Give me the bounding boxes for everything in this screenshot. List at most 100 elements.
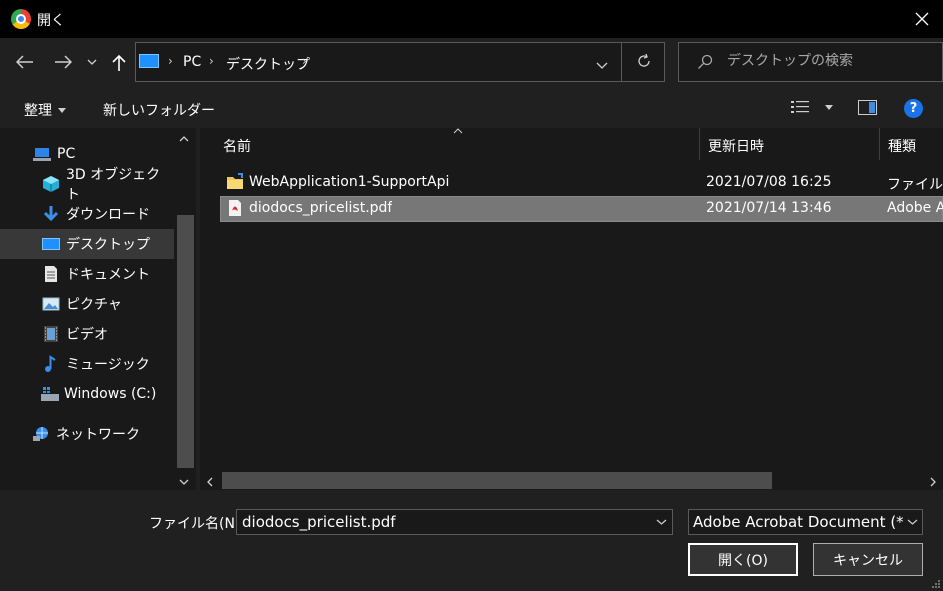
- sidebar-item-3d-objects[interactable]: 3D オブジェクト: [0, 167, 174, 203]
- breadcrumb-desktop[interactable]: デスクトップ: [226, 54, 310, 74]
- resize-grip-icon[interactable]: [930, 578, 941, 589]
- sidebar-item-label: ネットワーク: [56, 427, 140, 443]
- sidebar-item-windows-c[interactable]: Windows (C:): [0, 379, 174, 409]
- file-modified: 2021/07/08 16:25: [706, 174, 832, 190]
- caret-down-icon: [58, 107, 66, 113]
- sidebar-item-label: ミュージック: [66, 357, 150, 373]
- organize-button[interactable]: 整理: [24, 100, 66, 120]
- scroll-right-icon[interactable]: [930, 475, 936, 491]
- arrow-left-icon: [16, 55, 33, 69]
- file-name: diodocs_pricelist.pdf: [249, 200, 393, 216]
- column-divider[interactable]: [879, 128, 880, 160]
- sidebar-item-label: ダウンロード: [66, 207, 150, 223]
- column-header-modified[interactable]: 更新日時: [708, 136, 764, 156]
- window-title: 開く: [37, 13, 65, 29]
- sidebar-scrollbar-thumb[interactable]: [177, 215, 194, 468]
- breadcrumb-pc[interactable]: PC: [183, 54, 201, 70]
- preview-pane-button[interactable]: [858, 100, 877, 119]
- close-icon: [915, 12, 929, 26]
- table-row[interactable]: diodocs_pricelist.pdf 2021/07/14 13:46 A…: [220, 196, 943, 222]
- horizontal-scrollbar-thumb[interactable]: [222, 472, 772, 489]
- video-icon: [42, 325, 60, 343]
- forward-button[interactable]: [50, 49, 76, 75]
- chevron-down-icon: [87, 59, 97, 65]
- sidebar-item-documents[interactable]: ドキュメント: [0, 259, 174, 289]
- network-icon: [32, 425, 50, 443]
- scroll-down-icon[interactable]: [179, 474, 189, 488]
- refresh-icon: [638, 53, 650, 67]
- document-icon: [42, 265, 60, 283]
- help-button[interactable]: ?: [904, 99, 923, 118]
- address-history-dropdown[interactable]: [596, 57, 608, 73]
- search-input[interactable]: [727, 53, 927, 69]
- folder-icon: [227, 173, 243, 189]
- up-button[interactable]: [106, 50, 132, 76]
- filename-input[interactable]: diodocs_pricelist.pdf: [236, 509, 673, 535]
- sidebar-item-downloads[interactable]: ダウンロード: [0, 199, 174, 229]
- column-divider[interactable]: [699, 128, 700, 160]
- file-list: 名前 更新日時 種類 WebApplication1-SupportApi 20…: [200, 128, 943, 490]
- recent-locations-button[interactable]: [82, 49, 102, 75]
- breadcrumb-separator-icon[interactable]: ›: [302, 54, 307, 68]
- sidebar-item-network[interactable]: ネットワーク: [0, 419, 174, 449]
- file-modified: 2021/07/14 13:46: [706, 200, 832, 216]
- sidebar-item-label: デスクトップ: [66, 237, 150, 253]
- arrow-right-icon: [55, 55, 72, 69]
- title-bar: [0, 0, 943, 38]
- column-header-type[interactable]: 種類: [888, 136, 916, 156]
- open-button[interactable]: 開く(O): [688, 543, 798, 576]
- pdf-file-icon: [229, 200, 241, 216]
- sidebar-item-label: 3D オブジェクト: [66, 167, 161, 203]
- back-button[interactable]: [12, 49, 38, 75]
- address-bar[interactable]: › PC › デスクトップ ›: [135, 42, 665, 82]
- view-options-button[interactable]: [791, 100, 833, 114]
- 3d-objects-icon: [42, 175, 60, 193]
- breadcrumb-separator-icon[interactable]: ›: [168, 54, 173, 68]
- refresh-button[interactable]: [636, 53, 652, 73]
- chevron-down-icon: [596, 62, 608, 69]
- filename-label: ファイル名(N):: [149, 516, 246, 532]
- sidebar-item-label: ビデオ: [66, 327, 108, 343]
- sidebar-item-pictures[interactable]: ピクチャ: [0, 289, 174, 319]
- filename-value: diodocs_pricelist.pdf: [242, 513, 396, 531]
- file-type: ファイル フ: [887, 177, 943, 193]
- file-name: WebApplication1-SupportApi: [249, 174, 450, 190]
- table-row[interactable]: WebApplication1-SupportApi 2021/07/08 16…: [220, 170, 943, 196]
- sidebar-item-label: Windows (C:): [64, 386, 157, 402]
- new-folder-button[interactable]: 新しいフォルダー: [103, 100, 215, 120]
- details-view-icon: [791, 101, 809, 113]
- file-type: Adobe A: [887, 200, 943, 216]
- column-header-name[interactable]: 名前: [223, 136, 251, 156]
- address-divider: [621, 43, 622, 81]
- preview-pane-icon: [858, 100, 877, 115]
- caret-down-icon: [825, 104, 833, 110]
- drive-icon: [40, 385, 59, 403]
- download-icon: [42, 205, 60, 223]
- sort-ascending-icon: [453, 128, 463, 134]
- scroll-left-icon[interactable]: [207, 475, 213, 491]
- sidebar-item-label: ピクチャ: [66, 297, 122, 313]
- organize-label: 整理: [24, 103, 52, 119]
- chrome-app-icon: [11, 9, 31, 29]
- breadcrumb-separator-icon[interactable]: ›: [209, 54, 214, 68]
- search-icon: [698, 54, 713, 69]
- sidebar-item-videos[interactable]: ビデオ: [0, 319, 174, 349]
- search-box[interactable]: [678, 42, 943, 82]
- filetype-select[interactable]: Adobe Acrobat Document (*.pc: [688, 509, 923, 535]
- scroll-up-icon[interactable]: [179, 131, 189, 145]
- cancel-button[interactable]: キャンセル: [813, 543, 923, 576]
- pictures-icon: [42, 295, 60, 313]
- dialog-footer: [0, 490, 943, 591]
- navigation-pane: PC 3D オブジェクト ダウンロード デスクトップ ドキュメント ピクチャ ビ…: [0, 128, 196, 490]
- pc-icon: [33, 145, 51, 163]
- sidebar-item-music[interactable]: ミュージック: [0, 349, 174, 379]
- desktop-location-icon: [139, 54, 159, 68]
- close-button[interactable]: [906, 4, 938, 34]
- sidebar-item-desktop[interactable]: デスクトップ: [0, 229, 174, 259]
- chevron-down-icon[interactable]: [656, 519, 667, 525]
- arrow-up-icon: [112, 54, 126, 71]
- sidebar-item-label: PC: [57, 146, 76, 162]
- music-icon: [42, 355, 60, 373]
- filetype-value: Adobe Acrobat Document (*.pc: [693, 513, 903, 531]
- desktop-icon: [42, 235, 60, 253]
